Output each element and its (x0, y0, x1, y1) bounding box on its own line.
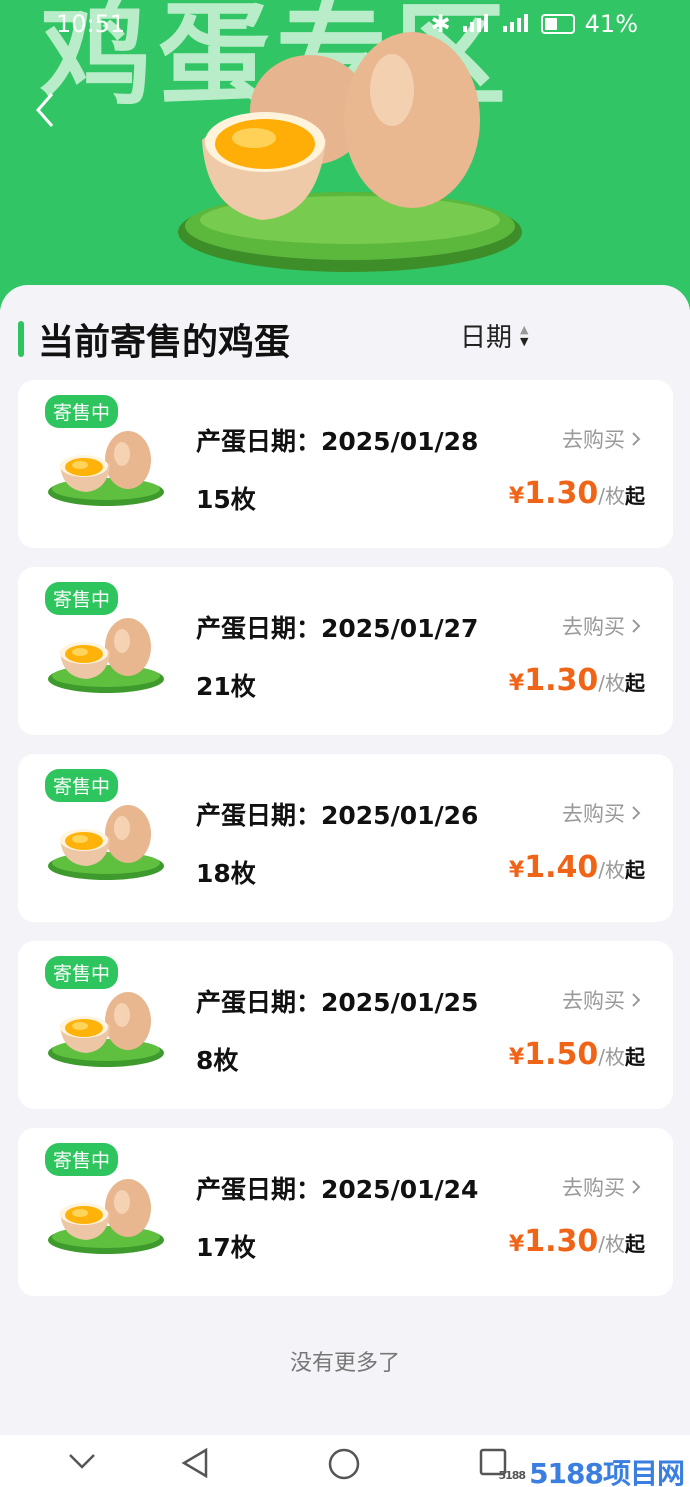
price-from: 起 (625, 1045, 645, 1069)
chevron-right-icon (632, 432, 641, 446)
sort-date-label: 日期 (460, 323, 513, 353)
lay-date: 产蛋日期：2025/01/24 (196, 1175, 479, 1204)
chevron-right-icon (632, 619, 641, 633)
price: ¥ 1.50 /枚 起 (509, 1037, 645, 1072)
section-title: 当前寄售的鸡蛋 (38, 322, 291, 363)
price: ¥ 1.40 /枚 起 (509, 850, 645, 885)
battery-icon (540, 14, 575, 34)
lay-date: 产蛋日期：2025/01/26 (196, 801, 479, 830)
price-value: 1.40 (524, 850, 599, 885)
egg-thumbnail (46, 607, 166, 697)
header-banner: 鸡蛋专区 10:51 ✱ 41% 鸡蛋专区 (0, 0, 690, 310)
sort-arrows-icon: ▲▼ (520, 322, 529, 348)
price-value: 1.30 (524, 476, 599, 511)
buy-link[interactable]: 去购买 (562, 1172, 641, 1202)
quantity: 21枚 (196, 672, 256, 701)
price-from: 起 (625, 1232, 645, 1256)
home-circle-icon[interactable] (327, 1447, 361, 1481)
buy-label: 去购买 (562, 1176, 625, 1200)
listing-card[interactable]: 寄售中 产蛋日期：2025/01/27 21枚 去购买 ¥ 1.30 /枚 起 (18, 567, 673, 735)
buy-link[interactable]: 去购买 (562, 611, 641, 641)
price-unit: /枚 (598, 858, 625, 882)
currency: ¥ (508, 1232, 525, 1257)
chevron-right-icon (632, 993, 641, 1007)
price-value: 1.30 (524, 1224, 599, 1259)
price-unit: /枚 (598, 671, 625, 695)
currency: ¥ (508, 484, 525, 509)
price-value: 1.50 (524, 1037, 599, 1072)
chevron-right-icon (632, 1180, 641, 1194)
price: ¥ 1.30 /枚 起 (509, 476, 645, 511)
buy-label: 去购买 (562, 989, 625, 1013)
status-time: 10:51 (56, 10, 126, 38)
price-unit: /枚 (598, 1045, 625, 1069)
chevron-right-icon (632, 806, 641, 820)
lay-date: 产蛋日期：2025/01/25 (196, 988, 479, 1017)
lay-date: 产蛋日期：2025/01/27 (196, 614, 479, 643)
buy-label: 去购买 (562, 615, 625, 639)
buy-link[interactable]: 去购买 (562, 985, 641, 1015)
price-unit: /枚 (598, 484, 625, 508)
price-from: 起 (625, 858, 645, 882)
egg-thumbnail (46, 794, 166, 884)
buy-link[interactable]: 去购买 (562, 424, 641, 454)
price-from: 起 (625, 671, 645, 695)
buy-label: 去购买 (562, 802, 625, 826)
price: ¥ 1.30 /枚 起 (509, 1224, 645, 1259)
currency: ¥ (508, 858, 525, 883)
listing-card[interactable]: 寄售中 产蛋日期：2025/01/24 17枚 去购买 ¥ 1.30 /枚 起 (18, 1128, 673, 1296)
end-of-list-text: 没有更多了 (289, 1351, 400, 1376)
quantity: 17枚 (196, 1233, 256, 1262)
egg-thumbnail (46, 420, 166, 510)
listing-card[interactable]: 寄售中 产蛋日期：2025/01/28 15枚 去购买 ¥ 1.30 /枚 起 (18, 380, 673, 548)
price-unit: /枚 (598, 1232, 625, 1256)
quantity: 15枚 (196, 485, 256, 514)
section-accent-bar (18, 321, 24, 357)
price-from: 起 (625, 484, 645, 508)
egg-thumbnail (46, 1168, 166, 1258)
price: ¥ 1.30 /枚 起 (509, 663, 645, 698)
back-triangle-icon[interactable] (178, 1447, 210, 1479)
buy-label: 去购买 (562, 428, 625, 452)
battery-percent: 41% (584, 10, 638, 38)
buy-link[interactable]: 去购买 (562, 798, 641, 828)
quantity: 18枚 (196, 859, 256, 888)
currency: ¥ (508, 671, 525, 696)
egg-thumbnail (46, 981, 166, 1071)
section-header: 当前寄售的鸡蛋 日期 ▲▼ 价格 ▲▼ (18, 313, 678, 482)
currency: ¥ (508, 1045, 525, 1070)
eggs-hero-image (178, 32, 522, 272)
listing-card[interactable]: 寄售中 产蛋日期：2025/01/26 18枚 去购买 ¥ 1.40 /枚 起 (18, 754, 673, 922)
watermark-logo: 5188 5188项目网 (498, 1457, 685, 1487)
listing-card[interactable]: 寄售中 产蛋日期：2025/01/25 8枚 去购买 ¥ 1.50 /枚 起 (18, 941, 673, 1109)
lay-date: 产蛋日期：2025/01/28 (196, 427, 479, 456)
sort-by-date[interactable]: 日期 ▲ ▼ (460, 317, 528, 354)
quantity: 8枚 (196, 1046, 239, 1075)
price-value: 1.30 (524, 663, 599, 698)
collapse-down-icon[interactable] (66, 1447, 98, 1475)
